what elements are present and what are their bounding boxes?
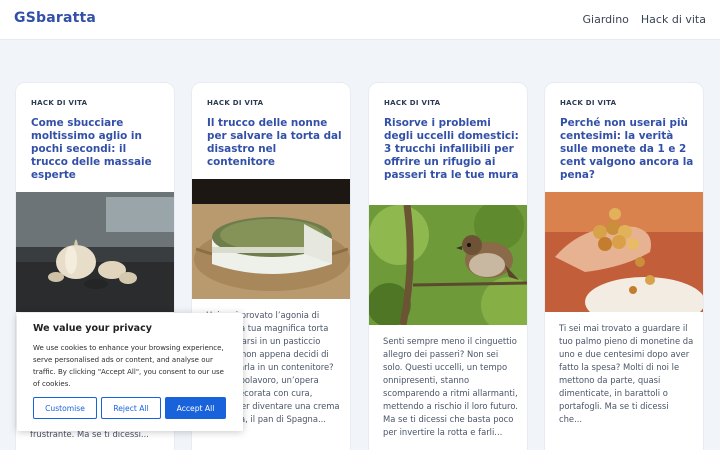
article-title[interactable]: Il trucco delle nonne per salvare la tor… [207, 117, 342, 169]
accept-all-button[interactable]: Accept All [165, 397, 226, 419]
cookie-title: We value your privacy [33, 323, 152, 334]
article-excerpt: Ti sei mai trovato a guardare il tuo pal… [559, 323, 694, 424]
article-card[interactable]: HACK DI VITA Risorve i problemi degli uc… [368, 82, 528, 450]
cookie-description: We use cookies to enhance your browsing … [33, 344, 224, 388]
nav-item-giardino[interactable]: Giardino [583, 13, 629, 26]
reject-all-button[interactable]: Reject All [101, 397, 161, 419]
site-logo[interactable]: GSbaratta [14, 10, 96, 26]
article-excerpt: Senti sempre meno il cinguettio allegro … [383, 336, 518, 437]
sparrow-photo[interactable] [369, 205, 527, 325]
article-category[interactable]: HACK DI VITA [31, 99, 87, 107]
article-card[interactable]: HACK DI VITA Perché non userai più cente… [544, 82, 704, 450]
article-category[interactable]: HACK DI VITA [384, 99, 440, 107]
customise-button[interactable]: Customise [33, 397, 97, 419]
nav-item-hack-di-vita[interactable]: Hack di vita [641, 13, 706, 26]
article-category[interactable]: HACK DI VITA [560, 99, 616, 107]
article-title[interactable]: Risorve i problemi degli uccelli domesti… [384, 117, 519, 182]
coins-photo[interactable] [545, 192, 703, 312]
article-title[interactable]: Perché non userai più centesimi: la veri… [560, 117, 695, 182]
cookie-consent-banner: We value your privacy We use cookies to … [17, 313, 243, 431]
main-nav: Giardino Hack di vita [583, 13, 706, 26]
site-header: GSbaratta Giardino Hack di vita [0, 0, 720, 40]
article-title[interactable]: Come sbucciare moltissimo aglio in pochi… [31, 117, 166, 182]
article-category[interactable]: HACK DI VITA [207, 99, 263, 107]
cake-photo[interactable] [192, 179, 350, 299]
garlic-photo[interactable] [16, 192, 174, 312]
